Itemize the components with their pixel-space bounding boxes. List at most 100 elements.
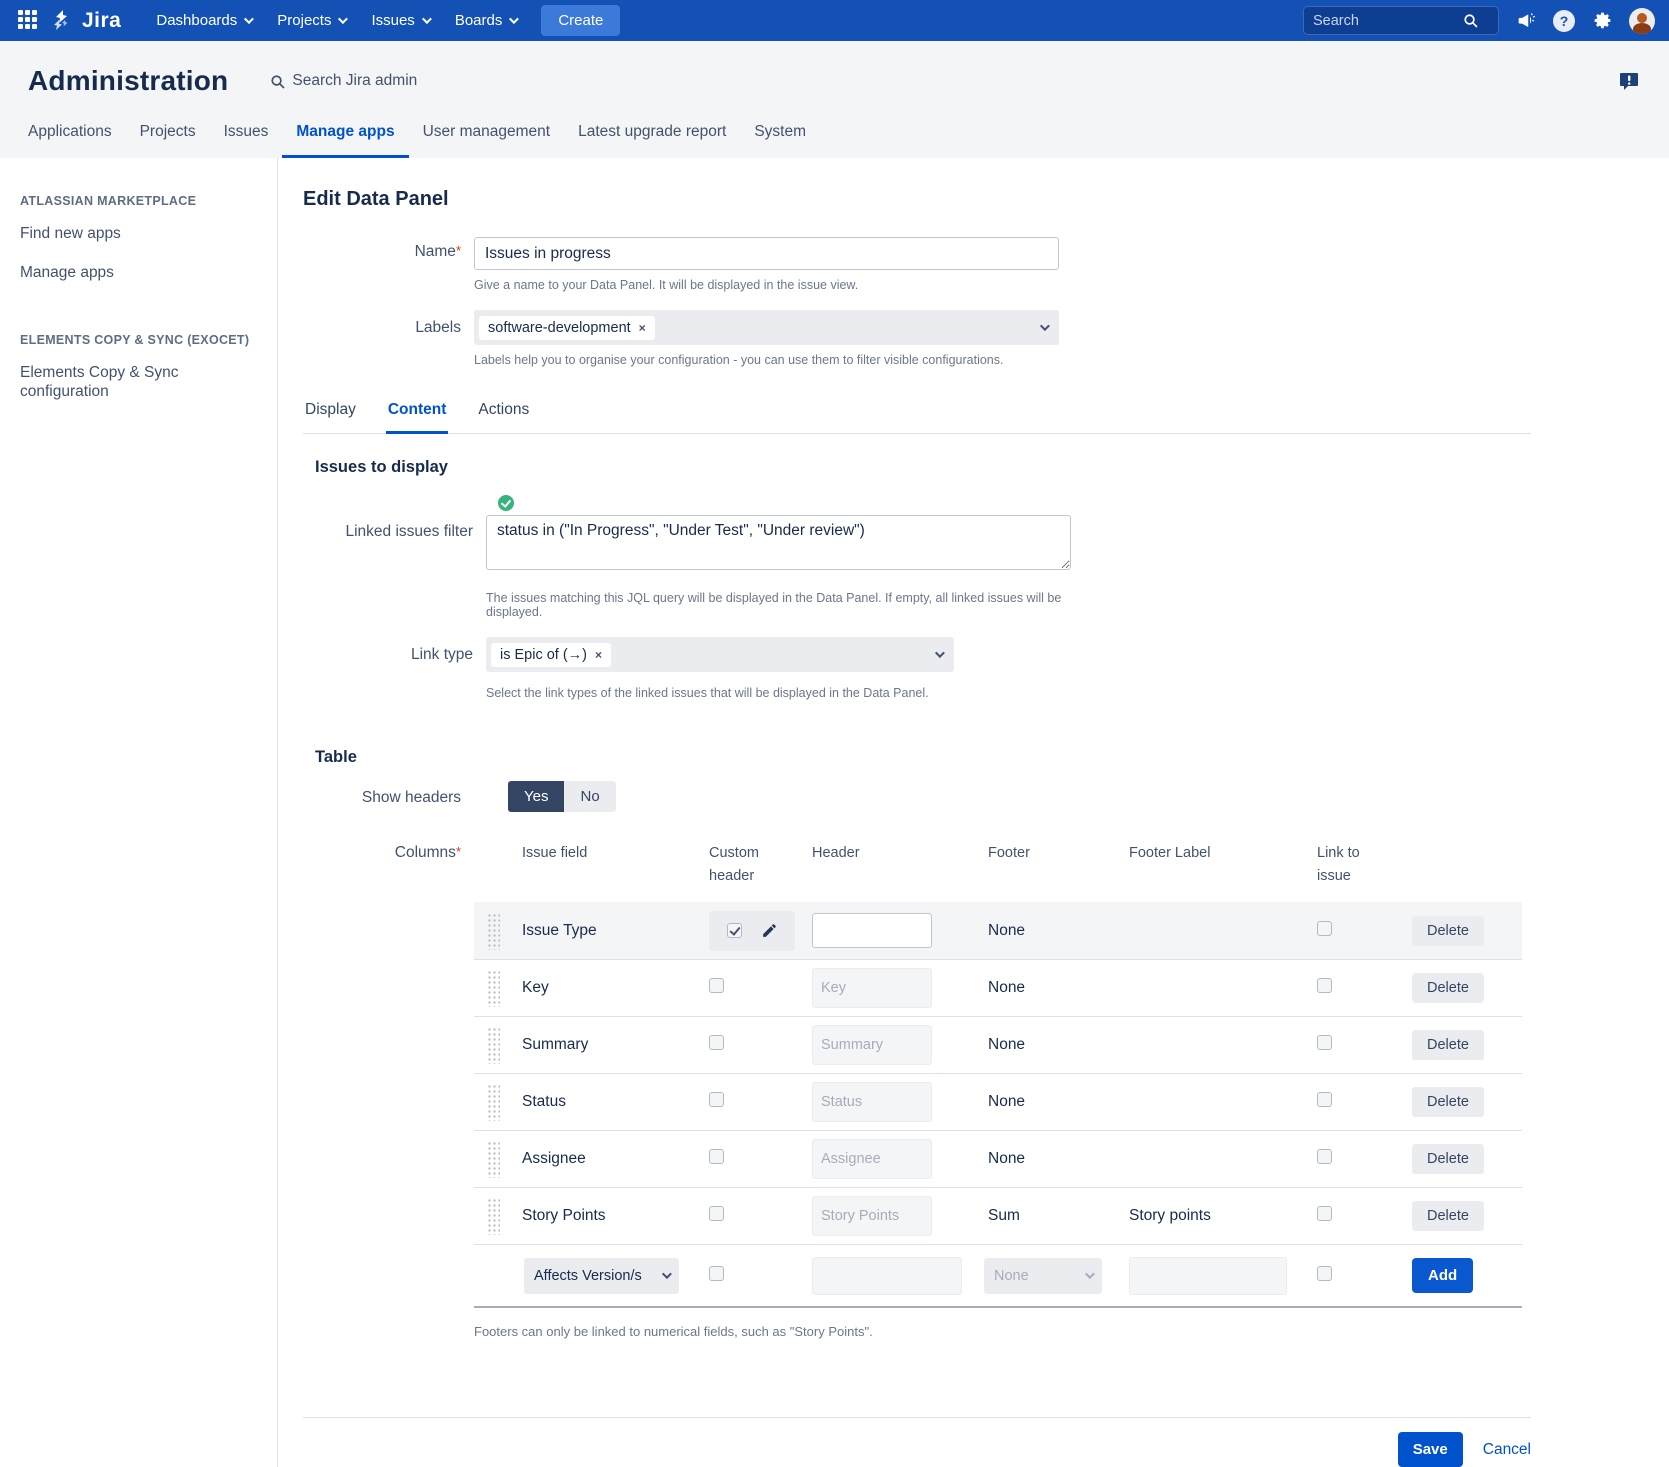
link-to-issue-checkbox[interactable]	[1317, 1092, 1332, 1107]
footer-value: Sum	[979, 1207, 1124, 1225]
header-text-input[interactable]	[812, 913, 932, 948]
custom-header-checkbox[interactable]	[709, 978, 724, 993]
tab-display[interactable]: Display	[303, 401, 358, 434]
search-jira-admin-label: Search Jira admin	[292, 72, 417, 90]
issues-to-display-heading: Issues to display	[315, 458, 1669, 477]
new-footer-label-input[interactable]	[1129, 1257, 1287, 1295]
custom-header-checkbox[interactable]	[709, 1149, 724, 1164]
link-to-issue-checkbox[interactable]	[1317, 1035, 1332, 1050]
app-switcher-icon[interactable]	[18, 10, 40, 32]
tab-content[interactable]: Content	[386, 401, 449, 434]
announcements-icon[interactable]	[1515, 10, 1537, 32]
search-jira-admin[interactable]: Search Jira admin	[270, 72, 417, 90]
footer-value: None	[979, 1036, 1124, 1054]
main-panel: Edit Data Panel Name* Give a name to you…	[278, 158, 1669, 1467]
help-icon[interactable]: ?	[1553, 10, 1575, 32]
custom-header-checkbox[interactable]	[709, 1035, 724, 1050]
tab-latest-upgrade-report[interactable]: Latest upgrade report	[564, 123, 740, 158]
chevron-down-icon	[509, 14, 519, 24]
name-input[interactable]	[474, 237, 1059, 270]
drag-handle-icon[interactable]	[486, 1197, 500, 1235]
cancel-link[interactable]: Cancel	[1483, 1441, 1531, 1459]
link-to-issue-checkbox[interactable]	[1317, 1266, 1332, 1281]
nav-issues[interactable]: Issues	[358, 0, 441, 41]
drag-handle-icon[interactable]	[486, 1083, 500, 1121]
footers-footnote: Footers can only be linked to numerical …	[474, 1324, 1522, 1339]
nav-projects[interactable]: Projects	[264, 0, 358, 41]
show-headers-no-button[interactable]: No	[564, 781, 615, 812]
delete-button[interactable]: Delete	[1412, 1201, 1484, 1231]
tab-issues[interactable]: Issues	[210, 123, 283, 158]
edit-data-panel-title: Edit Data Panel	[303, 188, 1669, 211]
delete-button[interactable]: Delete	[1412, 916, 1484, 946]
issue-field-select[interactable]: Affects Version/s	[524, 1258, 679, 1294]
tab-projects[interactable]: Projects	[126, 123, 210, 158]
global-search-input[interactable]	[1313, 13, 1463, 29]
sidebar-item-exocet-configuration[interactable]: Elements Copy & Sync configuration	[20, 363, 190, 402]
header-text-input	[812, 1139, 932, 1179]
custom-header-checkbox[interactable]	[709, 1206, 724, 1221]
sidebar-item-manage-apps[interactable]: Manage apps	[20, 263, 257, 282]
panel-tab-bar: Display Content Actions	[303, 401, 1531, 434]
header-text-input	[812, 1082, 932, 1122]
jql-filter-textarea[interactable]: status in ("In Progress", "Under Test", …	[486, 515, 1071, 570]
nav-boards[interactable]: Boards	[442, 0, 530, 41]
link-to-issue-checkbox[interactable]	[1317, 1149, 1332, 1164]
delete-button[interactable]: Delete	[1412, 973, 1484, 1003]
admin-tab-bar: Applications Projects Issues Manage apps…	[28, 123, 1641, 158]
remove-link-type-icon[interactable]: ×	[595, 648, 602, 662]
drag-handle-icon[interactable]	[486, 1140, 500, 1178]
required-asterisk: *	[456, 844, 461, 859]
tab-user-management[interactable]: User management	[409, 123, 565, 158]
link-to-issue-checkbox[interactable]	[1317, 921, 1332, 936]
user-avatar[interactable]	[1629, 8, 1655, 34]
jira-logo[interactable]: Jira	[50, 8, 121, 34]
custom-header-checkbox[interactable]	[709, 1092, 724, 1107]
tab-applications[interactable]: Applications	[28, 123, 126, 158]
link-to-issue-checkbox[interactable]	[1317, 1206, 1332, 1221]
show-headers-label: Show headers	[303, 781, 474, 812]
footer-label-value: Story points	[1124, 1207, 1309, 1225]
add-column-button[interactable]: Add	[1412, 1258, 1473, 1293]
drag-handle-icon[interactable]	[486, 912, 500, 950]
footer-value: None	[979, 1150, 1124, 1168]
sidebar-item-find-new-apps[interactable]: Find new apps	[20, 224, 257, 243]
save-button[interactable]: Save	[1398, 1432, 1463, 1467]
nav-dashboards[interactable]: Dashboards	[143, 0, 264, 41]
edit-pencil-icon[interactable]	[761, 922, 778, 939]
tab-actions[interactable]: Actions	[476, 401, 531, 434]
labels-select[interactable]: software-development ×	[474, 310, 1059, 345]
tab-system[interactable]: System	[740, 123, 820, 158]
nav-dashboards-label: Dashboards	[156, 12, 237, 29]
issue-field-name: Status	[514, 1093, 709, 1111]
drag-handle-icon[interactable]	[486, 1026, 500, 1064]
custom-header-checkbox[interactable]	[709, 1266, 724, 1281]
create-button[interactable]: Create	[541, 5, 620, 36]
table-row: Story Points Sum Story points Delete	[474, 1187, 1522, 1244]
link-type-select[interactable]: is Epic of (→) ×	[486, 637, 954, 672]
nav-projects-label: Projects	[277, 12, 331, 29]
feedback-bubble-icon[interactable]	[1617, 69, 1641, 93]
remove-label-icon[interactable]: ×	[639, 321, 646, 335]
header-text-input	[812, 968, 932, 1008]
new-header-input[interactable]	[812, 1257, 962, 1295]
drag-handle-icon[interactable]	[486, 969, 500, 1007]
settings-gear-icon[interactable]	[1591, 10, 1613, 32]
custom-header-checkbox[interactable]	[727, 923, 742, 938]
link-type-help-text: Select the link types of the linked issu…	[486, 686, 954, 700]
table-row: Issue Type None Delete	[474, 902, 1522, 959]
delete-button[interactable]: Delete	[1412, 1144, 1484, 1174]
footer-select[interactable]: None	[984, 1258, 1102, 1294]
filter-help-text: The issues matching this JQL query will …	[486, 591, 1071, 619]
global-search[interactable]	[1303, 6, 1499, 35]
columns-label: Columns*	[303, 842, 474, 1339]
col-header-header: Header	[804, 842, 979, 865]
delete-button[interactable]: Delete	[1412, 1030, 1484, 1060]
footer-value: None	[979, 922, 1124, 940]
delete-button[interactable]: Delete	[1412, 1087, 1484, 1117]
link-to-issue-checkbox[interactable]	[1317, 978, 1332, 993]
show-headers-yes-button[interactable]: Yes	[508, 781, 564, 812]
col-header-footer: Footer	[979, 842, 1124, 865]
tab-manage-apps[interactable]: Manage apps	[282, 123, 408, 158]
col-header-footer-label: Footer Label	[1124, 842, 1309, 865]
